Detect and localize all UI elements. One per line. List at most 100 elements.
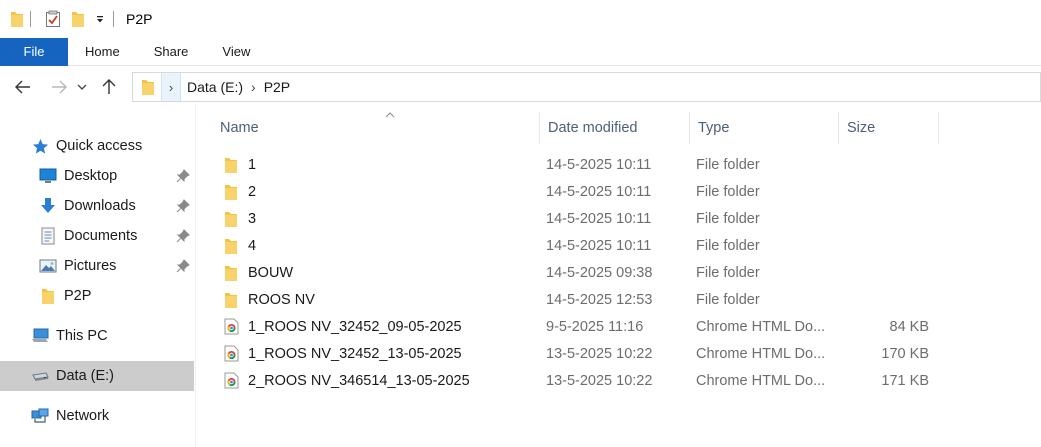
sidebar-item-pictures[interactable]: Pictures <box>0 251 194 281</box>
file-date: 14-5-2025 10:11 <box>546 156 652 173</box>
tab-view[interactable]: View <box>205 38 267 66</box>
column-header-size[interactable]: Size <box>839 112 939 144</box>
new-folder-icon[interactable] <box>71 10 85 28</box>
file-size <box>843 151 929 178</box>
file-name-cell[interactable]: 3 <box>223 205 541 232</box>
file-name-cell[interactable]: 2_ROOS NV_346514_13-05-2025 <box>223 367 541 394</box>
back-button[interactable] <box>8 72 38 102</box>
recent-locations-dropdown[interactable] <box>74 72 90 102</box>
file-date: 9-5-2025 11:16 <box>546 318 644 335</box>
file-name: 1_ROOS NV_32452_13-05-2025 <box>248 345 462 362</box>
forward-button[interactable] <box>44 72 74 102</box>
file-row[interactable]: 2_ROOS NV_346514_13-05-2025 13-5-2025 10:… <box>217 367 1017 394</box>
file-type: File folder <box>696 183 760 200</box>
file-row[interactable]: 1 14-5-2025 10:11 File folder <box>217 151 1017 178</box>
breadcrumb-root-chevron[interactable]: › <box>161 73 181 101</box>
column-header-type[interactable]: Type <box>690 112 839 144</box>
column-header-label: Size <box>847 120 876 136</box>
file-row[interactable]: BOUW 14-5-2025 09:38 File folder <box>217 259 1017 286</box>
file-type: Chrome HTML Do... <box>696 372 826 389</box>
tab-file[interactable]: File <box>0 38 68 66</box>
folder-icon <box>223 211 239 227</box>
sidebar-item-this-pc[interactable]: This PC <box>0 321 194 351</box>
chrome-html-icon <box>223 372 239 389</box>
desktop-icon <box>39 167 57 185</box>
star-icon <box>31 137 49 155</box>
sidebar-item-label: P2P <box>64 288 92 304</box>
file-row[interactable]: ROOS NV 14-5-2025 12:53 File folder <box>217 286 1017 313</box>
breadcrumb-drive[interactable]: Data (E:) <box>187 79 243 95</box>
folder-icon <box>223 292 239 308</box>
folder-icon <box>39 287 57 305</box>
chrome-html-icon <box>223 318 239 335</box>
file-date: 14-5-2025 10:11 <box>546 183 652 200</box>
file-name: 1 <box>248 156 257 173</box>
file-row[interactable]: 1_ROOS NV_32452_09-05-2025 9-5-2025 11:16… <box>217 313 1017 340</box>
file-name-cell[interactable]: 1_ROOS NV_32452_13-05-2025 <box>223 340 541 367</box>
customize-toolbar-dropdown[interactable] <box>95 13 105 25</box>
folder-icon <box>223 265 239 281</box>
file-row[interactable]: 1_ROOS NV_32452_13-05-2025 13-5-2025 10:2… <box>217 340 1017 367</box>
column-header-date[interactable]: Date modified <box>540 112 690 144</box>
file-name: 1_ROOS NV_32452_09-05-2025 <box>248 318 462 335</box>
sidebar-item-network[interactable]: Network <box>0 401 194 431</box>
sidebar-item-downloads[interactable]: Downloads <box>0 191 194 221</box>
file-name: 4 <box>248 237 257 254</box>
navigation-pane: Quick access Desktop Downloads Documents… <box>0 104 196 447</box>
pin-icon[interactable] <box>176 259 190 273</box>
folder-icon <box>141 78 155 96</box>
pin-icon[interactable] <box>176 199 190 213</box>
file-size: 84 KB <box>889 318 930 335</box>
quick-access-toolbar <box>0 0 120 38</box>
sidebar-item-quick-access[interactable]: Quick access <box>0 131 194 161</box>
file-row[interactable]: 3 14-5-2025 10:11 File folder <box>217 205 1017 232</box>
sidebar-item-label: Documents <box>64 228 138 244</box>
sidebar-item-label: This PC <box>56 328 108 344</box>
file-name-cell[interactable]: 4 <box>223 232 541 259</box>
file-type: File folder <box>696 210 760 227</box>
chevron-right-icon[interactable]: › <box>251 79 256 95</box>
file-row[interactable]: 2 14-5-2025 10:11 File folder <box>217 178 1017 205</box>
breadcrumb-current[interactable]: P2P <box>264 79 290 95</box>
network-icon <box>31 407 49 425</box>
back-arrow-icon <box>15 80 30 94</box>
file-name-cell[interactable]: 1 <box>223 151 541 178</box>
folder-icon <box>223 157 239 173</box>
sidebar-item-label: Desktop <box>64 168 118 184</box>
file-name-cell[interactable]: ROOS NV <box>223 286 541 313</box>
documents-icon <box>39 227 57 245</box>
file-size: 171 KB <box>881 372 929 389</box>
sidebar-item-p2p[interactable]: P2P <box>0 281 194 311</box>
file-name-cell[interactable]: 1_ROOS NV_32452_09-05-2025 <box>223 313 541 340</box>
file-date: 13-5-2025 10:22 <box>546 372 653 389</box>
file-size: 170 KB <box>881 345 929 362</box>
file-name-cell[interactable]: BOUW <box>223 259 541 286</box>
address-bar[interactable]: › Data (E:) › P2P <box>132 72 1041 102</box>
up-button[interactable] <box>94 72 124 102</box>
file-date: 14-5-2025 09:38 <box>546 264 653 281</box>
column-header-label: Type <box>698 120 730 136</box>
file-size <box>843 259 929 286</box>
sidebar-item-data-drive[interactable]: Data (E:) <box>0 361 194 391</box>
window-title: P2P <box>126 11 153 27</box>
sidebar-item-desktop[interactable]: Desktop <box>0 161 194 191</box>
file-size <box>843 232 929 259</box>
pin-icon[interactable] <box>176 229 190 243</box>
file-row[interactable]: 4 14-5-2025 10:11 File folder <box>217 232 1017 259</box>
pin-icon[interactable] <box>176 169 190 183</box>
file-size <box>843 286 929 313</box>
up-arrow-icon <box>102 79 116 94</box>
sidebar-item-documents[interactable]: Documents <box>0 221 194 251</box>
file-name-cell[interactable]: 2 <box>223 178 541 205</box>
computer-icon <box>31 327 49 345</box>
file-name: BOUW <box>248 264 294 281</box>
sidebar-item-label: Quick access <box>56 138 143 154</box>
sidebar-item-label: Data (E:) <box>56 368 115 384</box>
tab-home[interactable]: Home <box>68 38 137 66</box>
toolbar-separator <box>30 11 31 27</box>
file-size <box>843 178 929 205</box>
tab-share[interactable]: Share <box>137 38 206 66</box>
column-header-name[interactable]: Name <box>212 112 540 144</box>
sidebar-item-label: Downloads <box>64 198 136 214</box>
properties-icon[interactable] <box>45 10 61 28</box>
